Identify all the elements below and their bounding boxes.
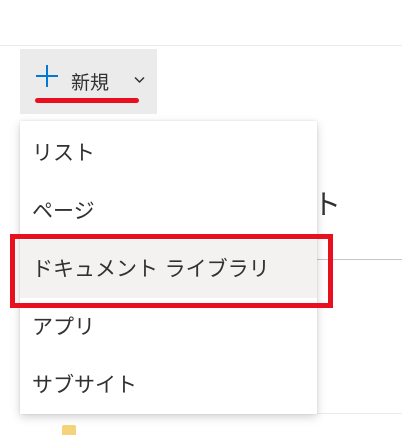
folder-icon <box>62 425 76 435</box>
menu-item-list[interactable]: リスト <box>20 124 317 182</box>
menu-item-page[interactable]: ページ <box>20 182 317 240</box>
annotation-highlight-box <box>10 234 333 308</box>
menu-item-subsite[interactable]: サブサイト <box>20 356 317 414</box>
new-button-label: 新規 <box>71 72 110 94</box>
annotation-underline <box>35 98 139 103</box>
background-heading-fragment: ト <box>313 188 342 221</box>
chevron-down-icon <box>134 76 145 84</box>
new-button[interactable]: 新規 <box>20 49 157 114</box>
top-divider <box>0 45 402 46</box>
plus-icon <box>36 65 58 87</box>
background-divider-bottom <box>316 413 402 414</box>
